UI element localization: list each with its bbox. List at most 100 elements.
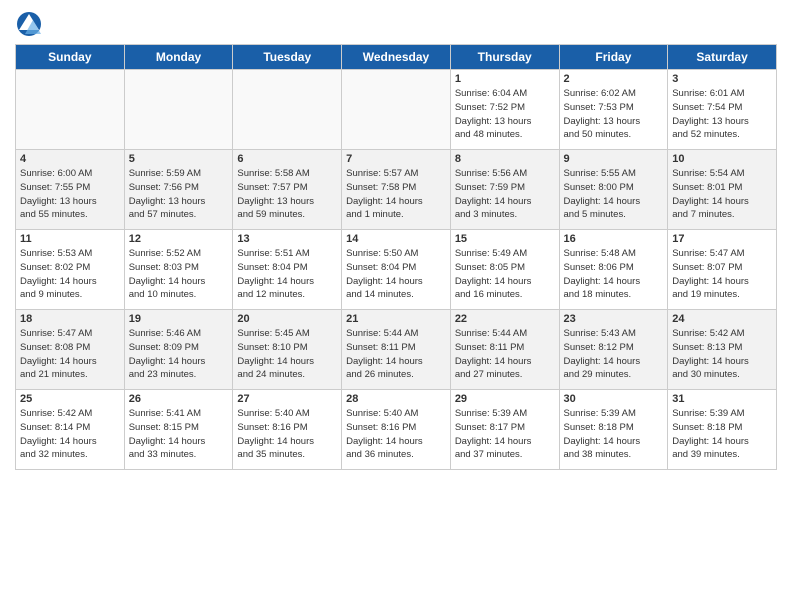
day-info: Sunrise: 5:48 AMSunset: 8:06 PMDaylight:…: [564, 247, 664, 302]
week-row-5: 25Sunrise: 5:42 AMSunset: 8:14 PMDayligh…: [16, 390, 777, 470]
day-info: Sunrise: 5:39 AMSunset: 8:17 PMDaylight:…: [455, 407, 555, 462]
day-cell: 17 Sunrise: 5:47 AMSunset: 8:07 PMDayligh…: [668, 230, 777, 310]
day-cell: [342, 70, 451, 150]
day-number: 30: [564, 393, 664, 405]
day-cell: 10 Sunrise: 5:54 AMSunset: 8:01 PMDayligh…: [668, 150, 777, 230]
day-cell: 14Sunrise: 5:50 AMSunset: 8:04 PMDayligh…: [342, 230, 451, 310]
day-cell: 28 Sunrise: 5:40 AMSunset: 8:16 PMDayligh…: [342, 390, 451, 470]
col-header-sunday: Sunday: [16, 45, 125, 70]
day-cell: 25Sunrise: 5:42 AMSunset: 8:14 PMDayligh…: [16, 390, 125, 470]
day-info: Sunrise: 6:01 AMSunset: 7:54 PMDaylight:…: [672, 87, 772, 142]
day-info: Sunrise: 5:43 AMSunset: 8:12 PMDaylight:…: [564, 327, 664, 382]
day-number: 2: [564, 73, 664, 85]
logo: [15, 10, 46, 38]
col-header-saturday: Saturday: [668, 45, 777, 70]
week-row-4: 18Sunrise: 5:47 AMSunset: 8:08 PMDayligh…: [16, 310, 777, 390]
day-cell: 8 Sunrise: 5:56 AMSunset: 7:59 PMDaylight…: [450, 150, 559, 230]
col-header-monday: Monday: [124, 45, 233, 70]
day-cell: [124, 70, 233, 150]
day-cell: 23 Sunrise: 5:43 AMSunset: 8:12 PMDayligh…: [559, 310, 668, 390]
header-row: SundayMondayTuesdayWednesdayThursdayFrid…: [16, 45, 777, 70]
day-info: Sunrise: 5:41 AMSunset: 8:15 PMDaylight:…: [129, 407, 229, 462]
day-number: 4: [20, 153, 120, 165]
day-cell: 24 Sunrise: 5:42 AMSunset: 8:13 PMDayligh…: [668, 310, 777, 390]
day-info: Sunrise: 5:47 AMSunset: 8:08 PMDaylight:…: [20, 327, 120, 382]
week-row-1: 1 Sunrise: 6:04 AMSunset: 7:52 PMDaylight…: [16, 70, 777, 150]
day-cell: 29 Sunrise: 5:39 AMSunset: 8:17 PMDayligh…: [450, 390, 559, 470]
day-number: 31: [672, 393, 772, 405]
day-cell: 16 Sunrise: 5:48 AMSunset: 8:06 PMDayligh…: [559, 230, 668, 310]
day-number: 22: [455, 313, 555, 325]
calendar-table: SundayMondayTuesdayWednesdayThursdayFrid…: [15, 44, 777, 470]
day-info: Sunrise: 5:40 AMSunset: 8:16 PMDaylight:…: [346, 407, 446, 462]
day-cell: 7 Sunrise: 5:57 AMSunset: 7:58 PMDaylight…: [342, 150, 451, 230]
day-info: Sunrise: 5:39 AMSunset: 8:18 PMDaylight:…: [564, 407, 664, 462]
day-info: Sunrise: 5:42 AMSunset: 8:14 PMDaylight:…: [20, 407, 120, 462]
col-header-friday: Friday: [559, 45, 668, 70]
day-number: 24: [672, 313, 772, 325]
week-row-3: 11Sunrise: 5:53 AMSunset: 8:02 PMDayligh…: [16, 230, 777, 310]
day-info: Sunrise: 5:45 AMSunset: 8:10 PMDaylight:…: [237, 327, 337, 382]
day-info: Sunrise: 5:40 AMSunset: 8:16 PMDaylight:…: [237, 407, 337, 462]
day-info: Sunrise: 5:52 AMSunset: 8:03 PMDaylight:…: [129, 247, 229, 302]
day-info: Sunrise: 5:49 AMSunset: 8:05 PMDaylight:…: [455, 247, 555, 302]
page: SundayMondayTuesdayWednesdayThursdayFrid…: [0, 0, 792, 612]
day-number: 17: [672, 233, 772, 245]
day-cell: 21 Sunrise: 5:44 AMSunset: 8:11 PMDayligh…: [342, 310, 451, 390]
day-number: 28: [346, 393, 446, 405]
day-info: Sunrise: 5:42 AMSunset: 8:13 PMDaylight:…: [672, 327, 772, 382]
day-number: 10: [672, 153, 772, 165]
day-cell: 15 Sunrise: 5:49 AMSunset: 8:05 PMDayligh…: [450, 230, 559, 310]
day-cell: [233, 70, 342, 150]
day-number: 7: [346, 153, 446, 165]
day-info: Sunrise: 5:47 AMSunset: 8:07 PMDaylight:…: [672, 247, 772, 302]
day-cell: 19 Sunrise: 5:46 AMSunset: 8:09 PMDayligh…: [124, 310, 233, 390]
day-info: Sunrise: 5:55 AMSunset: 8:00 PMDaylight:…: [564, 167, 664, 222]
day-number: 23: [564, 313, 664, 325]
day-number: 1: [455, 73, 555, 85]
day-number: 16: [564, 233, 664, 245]
header: [15, 10, 777, 38]
day-info: Sunrise: 5:57 AMSunset: 7:58 PMDaylight:…: [346, 167, 446, 222]
day-cell: 30 Sunrise: 5:39 AMSunset: 8:18 PMDayligh…: [559, 390, 668, 470]
day-info: Sunrise: 5:56 AMSunset: 7:59 PMDaylight:…: [455, 167, 555, 222]
day-number: 8: [455, 153, 555, 165]
day-cell: 9 Sunrise: 5:55 AMSunset: 8:00 PMDaylight…: [559, 150, 668, 230]
day-cell: 13Sunrise: 5:51 AMSunset: 8:04 PMDayligh…: [233, 230, 342, 310]
day-cell: 27 Sunrise: 5:40 AMSunset: 8:16 PMDayligh…: [233, 390, 342, 470]
day-number: 11: [20, 233, 120, 245]
day-info: Sunrise: 5:54 AMSunset: 8:01 PMDaylight:…: [672, 167, 772, 222]
day-number: 29: [455, 393, 555, 405]
day-info: Sunrise: 5:58 AMSunset: 7:57 PMDaylight:…: [237, 167, 337, 222]
day-info: Sunrise: 6:00 AMSunset: 7:55 PMDaylight:…: [20, 167, 120, 222]
day-cell: 5Sunrise: 5:59 AMSunset: 7:56 PMDaylight…: [124, 150, 233, 230]
day-number: 6: [237, 153, 337, 165]
week-row-2: 4 Sunrise: 6:00 AMSunset: 7:55 PMDaylight…: [16, 150, 777, 230]
col-header-thursday: Thursday: [450, 45, 559, 70]
day-cell: 4 Sunrise: 6:00 AMSunset: 7:55 PMDaylight…: [16, 150, 125, 230]
day-cell: 31 Sunrise: 5:39 AMSunset: 8:18 PMDayligh…: [668, 390, 777, 470]
day-cell: 1 Sunrise: 6:04 AMSunset: 7:52 PMDaylight…: [450, 70, 559, 150]
day-number: 20: [237, 313, 337, 325]
day-cell: 11Sunrise: 5:53 AMSunset: 8:02 PMDayligh…: [16, 230, 125, 310]
day-info: Sunrise: 5:50 AMSunset: 8:04 PMDaylight:…: [346, 247, 446, 302]
day-info: Sunrise: 5:44 AMSunset: 8:11 PMDaylight:…: [346, 327, 446, 382]
day-info: Sunrise: 5:46 AMSunset: 8:09 PMDaylight:…: [129, 327, 229, 382]
logo-icon: [15, 10, 43, 38]
day-number: 26: [129, 393, 229, 405]
day-cell: 18Sunrise: 5:47 AMSunset: 8:08 PMDayligh…: [16, 310, 125, 390]
day-info: Sunrise: 6:04 AMSunset: 7:52 PMDaylight:…: [455, 87, 555, 142]
day-cell: [16, 70, 125, 150]
day-cell: 6 Sunrise: 5:58 AMSunset: 7:57 PMDaylight…: [233, 150, 342, 230]
day-number: 9: [564, 153, 664, 165]
day-cell: 2Sunrise: 6:02 AMSunset: 7:53 PMDaylight…: [559, 70, 668, 150]
day-number: 13: [237, 233, 337, 245]
day-number: 27: [237, 393, 337, 405]
day-number: 3: [672, 73, 772, 85]
day-cell: 12Sunrise: 5:52 AMSunset: 8:03 PMDayligh…: [124, 230, 233, 310]
day-number: 21: [346, 313, 446, 325]
day-number: 15: [455, 233, 555, 245]
day-cell: 3 Sunrise: 6:01 AMSunset: 7:54 PMDaylight…: [668, 70, 777, 150]
day-info: Sunrise: 5:39 AMSunset: 8:18 PMDaylight:…: [672, 407, 772, 462]
day-number: 19: [129, 313, 229, 325]
